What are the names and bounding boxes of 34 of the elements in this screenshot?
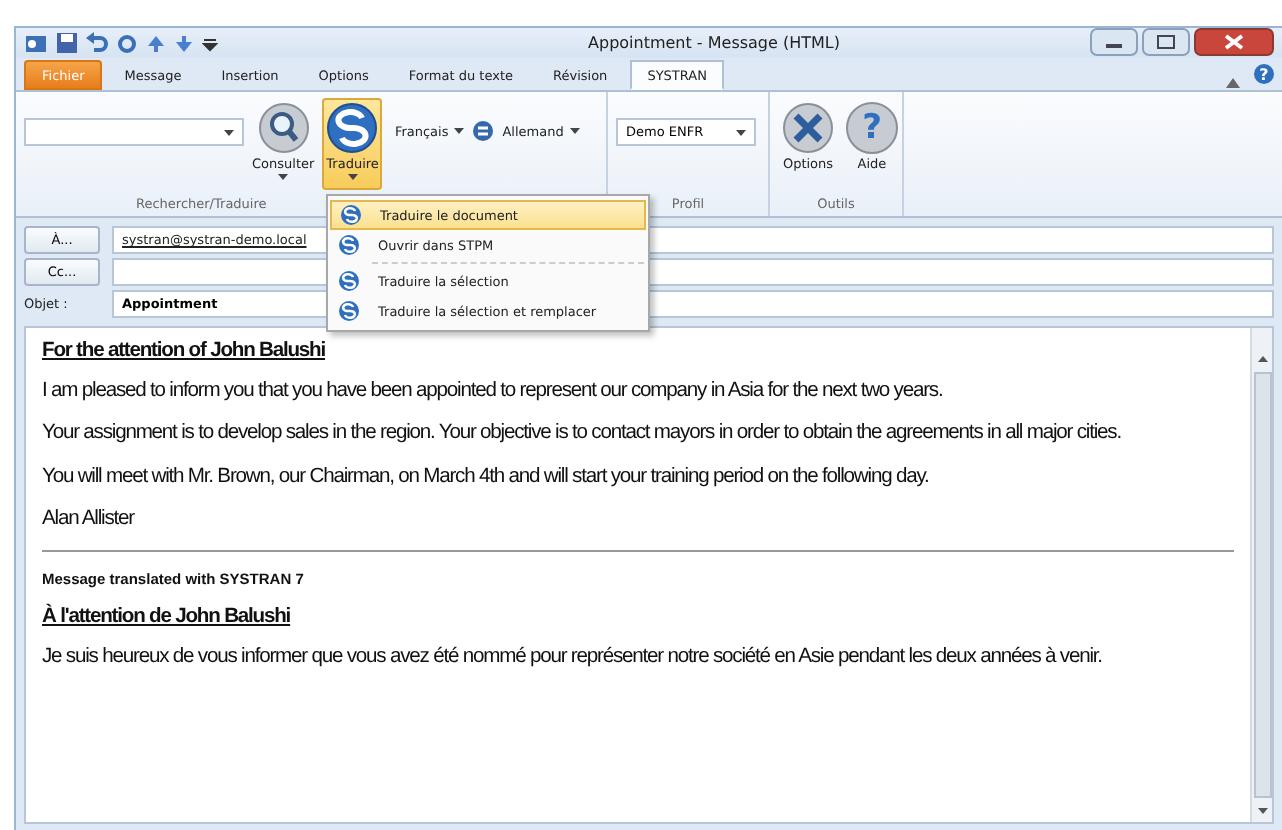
close-button[interactable] [1194, 28, 1274, 56]
search-field[interactable] [24, 118, 244, 146]
message-paragraph: I am pleased to inform you that you have been appointed to represent our company in Asia for the next two years. [42, 380, 945, 405]
scroll-down-icon[interactable] [1253, 802, 1271, 818]
message-heading: For the attention of John Balushi [42, 340, 328, 362]
dropdown-arrow-icon [736, 129, 746, 135]
message-paragraph: Alan Allister [42, 508, 137, 533]
dropdown-arrow-icon [278, 174, 289, 180]
magnifier-icon [257, 102, 310, 154]
window-title: Appointment - Message (HTML) [586, 34, 842, 52]
swap-languages-icon[interactable] [472, 120, 495, 142]
message-paragraph: You will meet with Mr. Brown, our Chairman, on March 4th and will start your training period on the following day. [42, 465, 931, 491]
translate-icon [338, 234, 360, 256]
translate-icon [338, 270, 360, 292]
save-icon[interactable] [56, 32, 78, 54]
undo-icon[interactable] [86, 32, 108, 54]
vertical-scrollbar[interactable] [1250, 328, 1272, 822]
message-paragraph: Je suis heureux de vous informer que vous avez été nommé pour représenter notre société en Asie pendant les deux années à venir. [42, 646, 1104, 672]
translate-icon [340, 204, 362, 226]
scroll-up-icon[interactable] [1253, 352, 1271, 368]
down-arrow-icon[interactable] [174, 33, 194, 53]
dropdown-arrow-icon [224, 129, 234, 135]
message-paragraph: Your assignment is to develop sales in the region. Your objective is to contact mayors in order to obtain the agreements in all major cities. [42, 422, 1123, 448]
dropdown-arrow-icon [569, 128, 580, 134]
maximize-button[interactable] [1142, 28, 1190, 56]
translate-icon [338, 300, 360, 322]
dropdown-arrow-icon [454, 128, 465, 134]
up-arrow-icon[interactable] [146, 33, 166, 53]
message-heading: À l'attention de John Balushi [42, 606, 293, 629]
customize-icon[interactable] [202, 33, 218, 53]
translate-icon [326, 102, 379, 154]
minimize-button[interactable] [1090, 28, 1138, 56]
dropdown-arrow-icon [347, 174, 358, 180]
help-icon[interactable]: ? [1254, 64, 1274, 84]
